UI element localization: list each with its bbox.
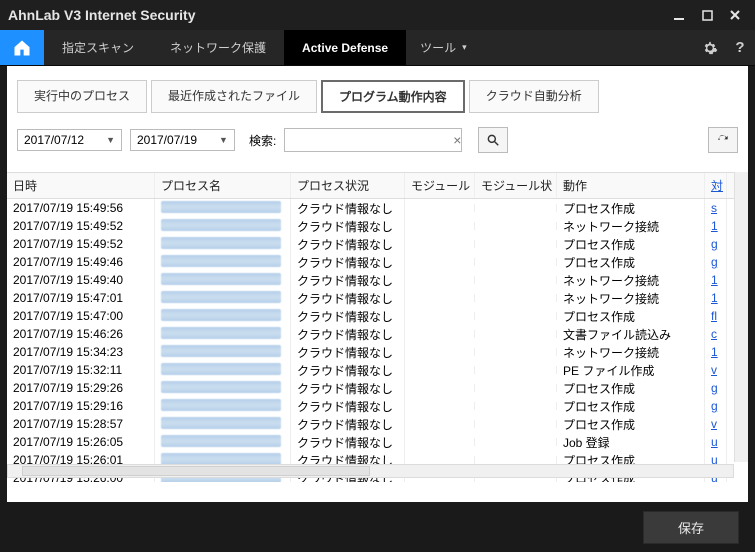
date-from-value: 2017/07/12	[24, 133, 84, 147]
settings-button[interactable]	[695, 30, 725, 65]
cell-module-status	[475, 438, 557, 446]
table-header: 日時 プロセス名 プロセス状況 モジュール モジュール状 動作 対	[7, 172, 748, 199]
cell-module	[405, 276, 475, 284]
cell-module	[405, 438, 475, 446]
subtab-cloud-auto[interactable]: クラウド自動分析	[469, 80, 599, 113]
cell-module-status	[475, 402, 557, 410]
redacted-text	[161, 453, 281, 465]
th-action[interactable]: 動作	[557, 173, 705, 198]
redacted-text	[161, 435, 281, 447]
cell-module	[405, 366, 475, 374]
redacted-text	[161, 327, 281, 339]
app-title: AhnLab V3 Internet Security	[8, 7, 671, 23]
cell-module	[405, 456, 475, 464]
cell-module-status	[475, 240, 557, 248]
content-area: 実行中のプロセス 最近作成されたファイル プログラム動作内容 クラウド自動分析 …	[7, 66, 748, 502]
cell-module-status	[475, 330, 557, 338]
cell-module-status	[475, 258, 557, 266]
scrollbar-thumb[interactable]	[22, 466, 370, 476]
subtab-running-processes[interactable]: 実行中のプロセス	[17, 80, 147, 113]
cell-module	[405, 222, 475, 230]
close-button[interactable]	[727, 7, 743, 23]
gear-icon	[702, 40, 718, 56]
minimize-button[interactable]	[671, 7, 687, 23]
cell-module	[405, 204, 475, 212]
maximize-button[interactable]	[699, 7, 715, 23]
redacted-text	[161, 363, 281, 375]
nav-tools-label: ツール	[420, 39, 456, 56]
redacted-text	[161, 381, 281, 393]
cell-module-status	[475, 294, 557, 302]
cell-module	[405, 312, 475, 320]
redacted-text	[161, 291, 281, 303]
table-body: 2017/07/19 15:49:56クラウド情報なしプロセス作成s2017/0…	[7, 199, 748, 482]
date-from-select[interactable]: 2017/07/12 ▼	[17, 129, 122, 151]
cell-module	[405, 330, 475, 338]
chevron-down-icon: ▼	[106, 135, 115, 145]
subtab-recent-files[interactable]: 最近作成されたファイル	[151, 80, 317, 113]
horizontal-scrollbar[interactable]	[7, 464, 734, 478]
redacted-text	[161, 399, 281, 411]
redacted-text	[161, 219, 281, 231]
home-button[interactable]	[0, 30, 44, 65]
cell-module-status	[475, 366, 557, 374]
redacted-text	[161, 273, 281, 285]
help-icon: ?	[735, 39, 744, 56]
filter-toolbar: 2017/07/12 ▼ 2017/07/19 ▼ 検索: ×	[7, 113, 748, 163]
redacted-text	[161, 417, 281, 429]
titlebar: AhnLab V3 Internet Security	[0, 0, 755, 30]
subtab-program-activity[interactable]: プログラム動作内容	[321, 80, 465, 113]
redacted-text	[161, 237, 281, 249]
search-button[interactable]	[478, 127, 508, 153]
cell-module	[405, 420, 475, 428]
main-navbar: 指定スキャン ネットワーク保護 Active Defense ツール ▾ ?	[0, 30, 755, 66]
nav-tab-network[interactable]: ネットワーク保護	[152, 30, 284, 65]
th-module[interactable]: モジュール	[405, 173, 475, 198]
nav-tab-tools[interactable]: ツール ▾	[406, 30, 481, 65]
cell-module	[405, 384, 475, 392]
save-button[interactable]: 保存	[643, 511, 739, 544]
cell-module-status	[475, 276, 557, 284]
th-process-status[interactable]: プロセス状況	[291, 173, 405, 198]
footer-bar: 保存	[0, 502, 755, 552]
th-process-name[interactable]: プロセス名	[155, 173, 291, 198]
nav-tab-active-defense[interactable]: Active Defense	[284, 30, 406, 65]
redacted-text	[161, 255, 281, 267]
nav-tab-scan[interactable]: 指定スキャン	[44, 30, 152, 65]
cell-module-status	[475, 456, 557, 464]
search-label: 検索:	[249, 132, 276, 149]
th-datetime[interactable]: 日時	[7, 173, 155, 198]
cell-module-status	[475, 348, 557, 356]
help-button[interactable]: ?	[725, 30, 755, 65]
redacted-text	[161, 309, 281, 321]
cell-module-status	[475, 312, 557, 320]
redacted-text	[161, 201, 281, 213]
cell-module	[405, 294, 475, 302]
cell-module-status	[475, 420, 557, 428]
vertical-scrollbar[interactable]	[734, 172, 748, 462]
th-extra[interactable]: 対	[705, 173, 727, 198]
th-module-status[interactable]: モジュール状	[475, 173, 557, 198]
refresh-button[interactable]	[708, 127, 738, 153]
redacted-text	[161, 345, 281, 357]
cell-module-status	[475, 384, 557, 392]
chevron-down-icon: ▾	[462, 42, 467, 53]
activity-table: 日時 プロセス名 プロセス状況 モジュール モジュール状 動作 対 2017/0…	[7, 172, 748, 482]
date-to-select[interactable]: 2017/07/19 ▼	[130, 129, 235, 151]
date-to-value: 2017/07/19	[137, 133, 197, 147]
cell-module	[405, 258, 475, 266]
search-input[interactable]	[284, 128, 462, 152]
refresh-icon	[716, 133, 730, 147]
cell-module	[405, 402, 475, 410]
cell-module	[405, 240, 475, 248]
cell-module-status	[475, 204, 557, 212]
cell-module-status	[475, 222, 557, 230]
cell-module	[405, 348, 475, 356]
chevron-down-icon: ▼	[219, 135, 228, 145]
clear-search-button[interactable]: ×	[450, 132, 464, 148]
search-icon	[486, 133, 500, 147]
home-icon	[12, 38, 32, 58]
subtab-row: 実行中のプロセス 最近作成されたファイル プログラム動作内容 クラウド自動分析	[7, 66, 748, 113]
